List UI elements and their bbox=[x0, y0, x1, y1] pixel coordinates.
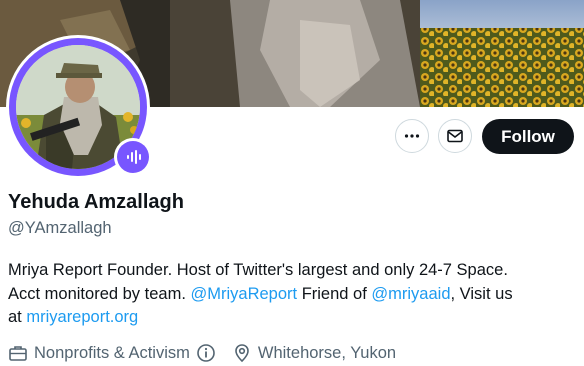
profile-meta: Nonprofits & Activism Whitehorse, Yukon bbox=[8, 342, 396, 364]
more-horizontal-icon bbox=[404, 134, 420, 138]
bio-line: Mriya Report Founder. Host of Twitter's … bbox=[8, 259, 580, 283]
display-name: Yehuda Amzallagh bbox=[8, 191, 184, 213]
profile-header: Follow Yehuda Amzallagh @YAmzallagh Mriy… bbox=[0, 0, 584, 366]
bio-text: Mriya Report Founder. Host of Twitter's … bbox=[8, 261, 508, 279]
envelope-icon bbox=[447, 129, 463, 143]
spaces-microphone-icon bbox=[127, 150, 141, 164]
bio-line: at mriyareport.org bbox=[8, 306, 580, 330]
user-handle: @YAmzallagh bbox=[8, 219, 112, 237]
briefcase-icon bbox=[9, 346, 27, 361]
bio-text: Friend of bbox=[297, 284, 372, 303]
more-button[interactable] bbox=[395, 119, 429, 153]
bio-text: at bbox=[8, 308, 27, 326]
category-label: Nonprofits & Activism bbox=[34, 343, 190, 362]
mention-link-mriyareport[interactable]: @MriyaReport bbox=[191, 285, 298, 303]
mention-link-mriyaaid[interactable]: @mriyaaid bbox=[371, 285, 450, 303]
location-label: Whitehorse, Yukon bbox=[257, 343, 397, 362]
profile-bio: Mriya Report Founder. Host of Twitter's … bbox=[8, 259, 580, 330]
bio-text: , Visit us bbox=[450, 284, 513, 303]
location-pin-icon bbox=[235, 344, 249, 363]
info-icon[interactable] bbox=[196, 343, 216, 363]
spaces-badge[interactable] bbox=[114, 138, 152, 176]
bio-line: Acct monitored by team. @MriyaReport Fri… bbox=[8, 283, 580, 307]
follow-button-label: Follow bbox=[501, 126, 555, 146]
follow-button[interactable]: Follow bbox=[482, 119, 574, 154]
bio-text: Acct monitored by team. bbox=[8, 284, 191, 303]
category-item: Nonprofits & Activism bbox=[8, 343, 216, 363]
location-item: Whitehorse, Yukon bbox=[232, 343, 396, 363]
spaces-badge-inner bbox=[117, 141, 149, 173]
message-button[interactable] bbox=[438, 119, 472, 153]
website-link[interactable]: mriyareport.org bbox=[26, 308, 138, 326]
